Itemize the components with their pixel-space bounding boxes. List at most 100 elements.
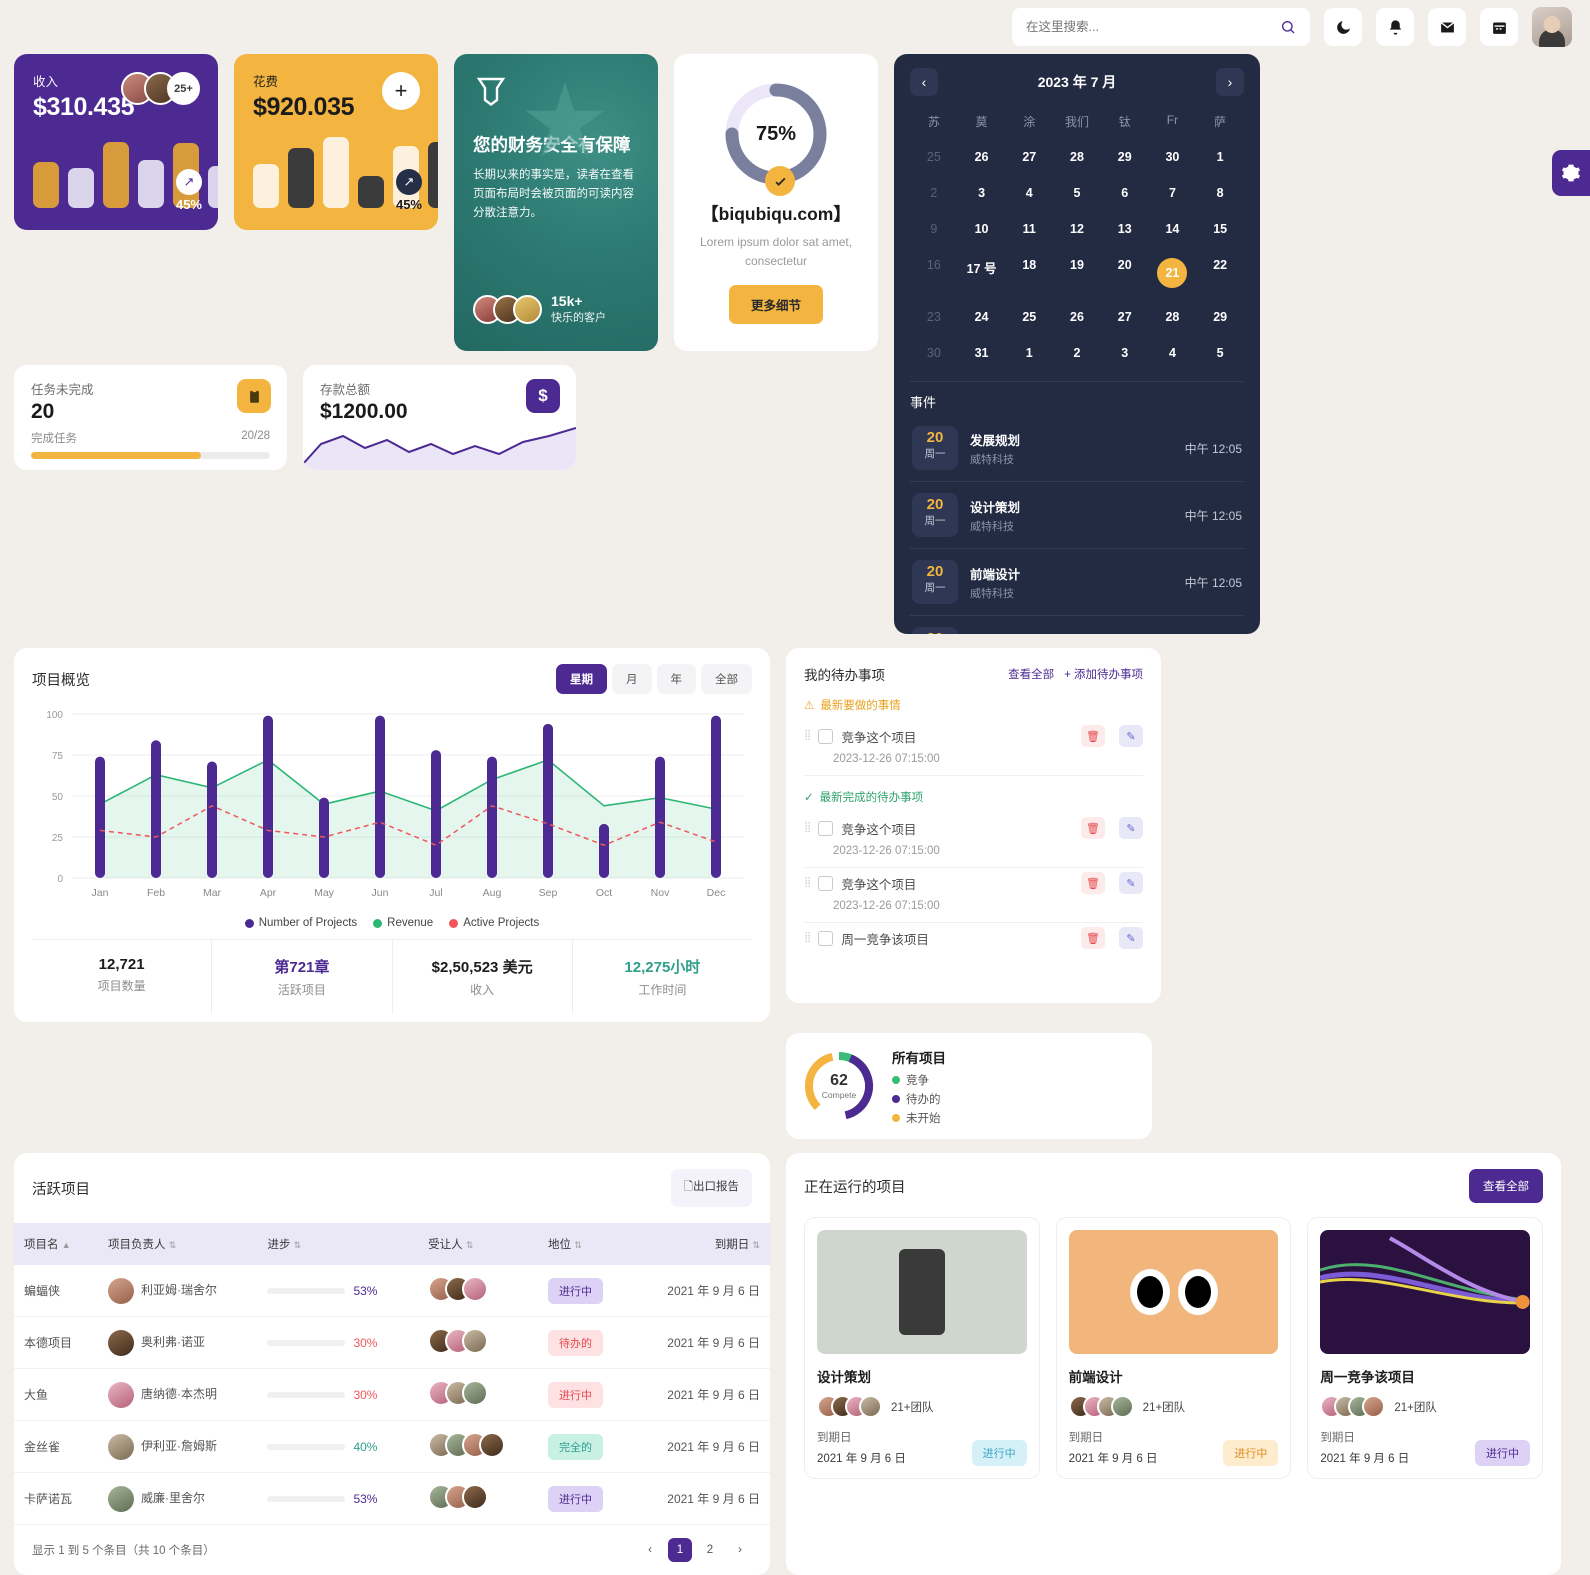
gear-icon[interactable] <box>1561 163 1581 183</box>
calendar-next-button[interactable]: › <box>1215 68 1244 96</box>
calendar-day[interactable]: 22 <box>1196 249 1244 297</box>
running-project-card[interactable]: 设计策划 21+团队 到期日 2021 年 9 月 6 日 进行中 <box>804 1217 1040 1479</box>
more-details-button[interactable]: 更多细节 <box>728 285 823 325</box>
calendar-day[interactable]: 10 <box>958 213 1006 245</box>
delete-icon[interactable]: 🗑 <box>1081 872 1105 894</box>
calendar-day[interactable]: 26 <box>1053 301 1101 333</box>
calendar-day[interactable]: 24 <box>958 301 1006 333</box>
delete-icon[interactable]: 🗑 <box>1081 817 1105 839</box>
table-header-cell[interactable]: 到期日 ⇅ <box>630 1223 770 1265</box>
calendar-day[interactable]: 19 <box>1053 249 1101 297</box>
bell-icon[interactable] <box>1376 8 1414 46</box>
calendar-day[interactable]: 25 <box>1005 301 1053 333</box>
overview-tab[interactable]: 月 <box>612 664 652 694</box>
calendar-day[interactable]: 2 <box>910 177 958 209</box>
running-project-card[interactable]: 前端设计 21+团队 到期日 2021 年 9 月 6 日 进行中 <box>1055 1217 1292 1479</box>
calendar-day[interactable]: 26 <box>958 141 1006 173</box>
calendar-day[interactable]: 18 <box>1005 249 1053 297</box>
running-view-all-button[interactable]: 查看全部 <box>1469 1169 1543 1203</box>
todo-checkbox[interactable] <box>818 820 834 836</box>
calendar-day[interactable]: 7 <box>1149 177 1197 209</box>
calendar-day[interactable]: 12 <box>1053 213 1101 245</box>
page-1-button[interactable]: 1 <box>668 1538 692 1562</box>
calendar-day[interactable]: 29 <box>1196 301 1244 333</box>
add-expense-button[interactable]: + <box>382 72 420 110</box>
drag-handle-icon[interactable]: ⣿ <box>804 823 811 832</box>
table-row[interactable]: 金丝雀 伊利亚·詹姆斯 40% 完全的 2021 年 9 月 6 日 <box>14 1420 770 1473</box>
calendar-day[interactable]: 9 <box>910 213 958 245</box>
calendar-icon[interactable] <box>1480 8 1518 46</box>
calendar-day[interactable]: 6 <box>1101 177 1149 209</box>
drag-handle-icon[interactable]: ⣿ <box>804 878 811 887</box>
calendar-day[interactable]: 2 <box>1053 337 1101 369</box>
calendar-day[interactable]: 17 号 <box>958 249 1006 297</box>
table-header-cell[interactable]: 项目名 ▲ <box>14 1223 99 1265</box>
search-box[interactable] <box>1012 8 1310 46</box>
calendar-day[interactable]: 30 <box>910 337 958 369</box>
todo-view-all-link[interactable]: 查看全部 <box>1008 666 1054 682</box>
table-header-cell[interactable]: 地位 ⇅ <box>538 1223 631 1265</box>
edit-icon[interactable]: ✎ <box>1119 725 1143 747</box>
overview-tab[interactable]: 年 <box>656 664 696 694</box>
event-item[interactable]: 20周一软件规划威特科技中午 12:05 <box>910 616 1244 634</box>
moon-icon[interactable] <box>1324 8 1362 46</box>
calendar-day[interactable]: 27 <box>1101 301 1149 333</box>
page-2-button[interactable]: 2 <box>698 1538 722 1562</box>
event-item[interactable]: 20 周一 设计策划 威特科技 中午 12:05 <box>910 482 1244 549</box>
table-header-cell[interactable]: 项目负责人 ⇅ <box>98 1223 258 1265</box>
delete-icon[interactable]: 🗑 <box>1081 725 1105 747</box>
drag-handle-icon[interactable]: ⣿ <box>804 933 811 942</box>
calendar-day[interactable]: 20 <box>1101 249 1149 297</box>
calendar-prev-button[interactable]: ‹ <box>910 68 938 96</box>
edit-icon[interactable]: ✎ <box>1119 927 1143 949</box>
calendar-day[interactable]: 5 <box>1053 177 1101 209</box>
calendar-day[interactable]: 31 <box>958 337 1006 369</box>
calendar-day[interactable]: 3 <box>1101 337 1149 369</box>
event-item[interactable]: 20 周一 前端设计 威特科技 中午 12:05 <box>910 549 1244 616</box>
table-header-cell[interactable]: 受让人 ⇅ <box>418 1223 538 1265</box>
calendar-day[interactable]: 21 <box>1149 249 1197 297</box>
todo-checkbox[interactable] <box>818 930 834 946</box>
table-row[interactable]: 蝙蝠侠 利亚姆·瑞舍尔 53% 进行中 2021 年 9 月 6 日 <box>14 1265 770 1317</box>
event-item[interactable]: 20 周一 发展规划 威特科技 中午 12:05 <box>910 415 1244 482</box>
page-prev-button[interactable]: ‹ <box>638 1538 662 1562</box>
table-header-cell[interactable]: 进步 ⇅ <box>257 1223 419 1265</box>
avatar[interactable] <box>1532 7 1572 47</box>
mail-icon[interactable] <box>1428 8 1466 46</box>
calendar-day[interactable]: 25 <box>910 141 958 173</box>
todo-checkbox[interactable] <box>818 875 834 891</box>
calendar-day[interactable]: 5 <box>1196 337 1244 369</box>
calendar-day[interactable]: 1 <box>1005 337 1053 369</box>
todo-checkbox[interactable] <box>818 728 834 744</box>
todo-add-link[interactable]: + 添加待办事项 <box>1064 666 1143 682</box>
overview-tab[interactable]: 全部 <box>701 664 752 694</box>
calendar-day[interactable]: 15 <box>1196 213 1244 245</box>
running-project-card[interactable]: 周一竞争该项目 21+团队 到期日 2021 年 9 月 6 日 进行中 <box>1307 1217 1544 1479</box>
calendar-day[interactable]: 1 <box>1196 141 1244 173</box>
delete-icon[interactable]: 🗑 <box>1081 927 1105 949</box>
calendar-day[interactable]: 16 <box>910 249 958 297</box>
calendar-day[interactable]: 28 <box>1053 141 1101 173</box>
table-row[interactable]: 本德项目 奥利弗·诺亚 30% 待办的 2021 年 9 月 6 日 <box>14 1316 770 1369</box>
calendar-day[interactable]: 13 <box>1101 213 1149 245</box>
calendar-day[interactable]: 23 <box>910 301 958 333</box>
drag-handle-icon[interactable]: ⣿ <box>804 731 811 740</box>
calendar-day[interactable]: 30 <box>1149 141 1197 173</box>
calendar-day[interactable]: 8 <box>1196 177 1244 209</box>
calendar-day[interactable]: 29 <box>1101 141 1149 173</box>
table-row[interactable]: 大鱼 唐纳德·本杰明 30% 进行中 2021 年 9 月 6 日 <box>14 1368 770 1421</box>
overview-tab[interactable]: 星期 <box>556 664 607 694</box>
calendar-day[interactable]: 14 <box>1149 213 1197 245</box>
export-report-button[interactable]: 🗋出口报告 <box>670 1169 752 1207</box>
calendar-day[interactable]: 4 <box>1149 337 1197 369</box>
calendar-day[interactable]: 4 <box>1005 177 1053 209</box>
search-icon[interactable] <box>1280 19 1296 35</box>
calendar-day[interactable]: 11 <box>1005 213 1053 245</box>
calendar-day[interactable]: 28 <box>1149 301 1197 333</box>
table-row[interactable]: 卡萨诺瓦 威廉·里舍尔 53% 进行中 2021 年 9 月 6 日 <box>14 1472 770 1525</box>
calendar-day[interactable]: 3 <box>958 177 1006 209</box>
search-input[interactable] <box>1026 20 1272 34</box>
calendar-day[interactable]: 27 <box>1005 141 1053 173</box>
edit-icon[interactable]: ✎ <box>1119 817 1143 839</box>
page-next-button[interactable]: › <box>728 1538 752 1562</box>
